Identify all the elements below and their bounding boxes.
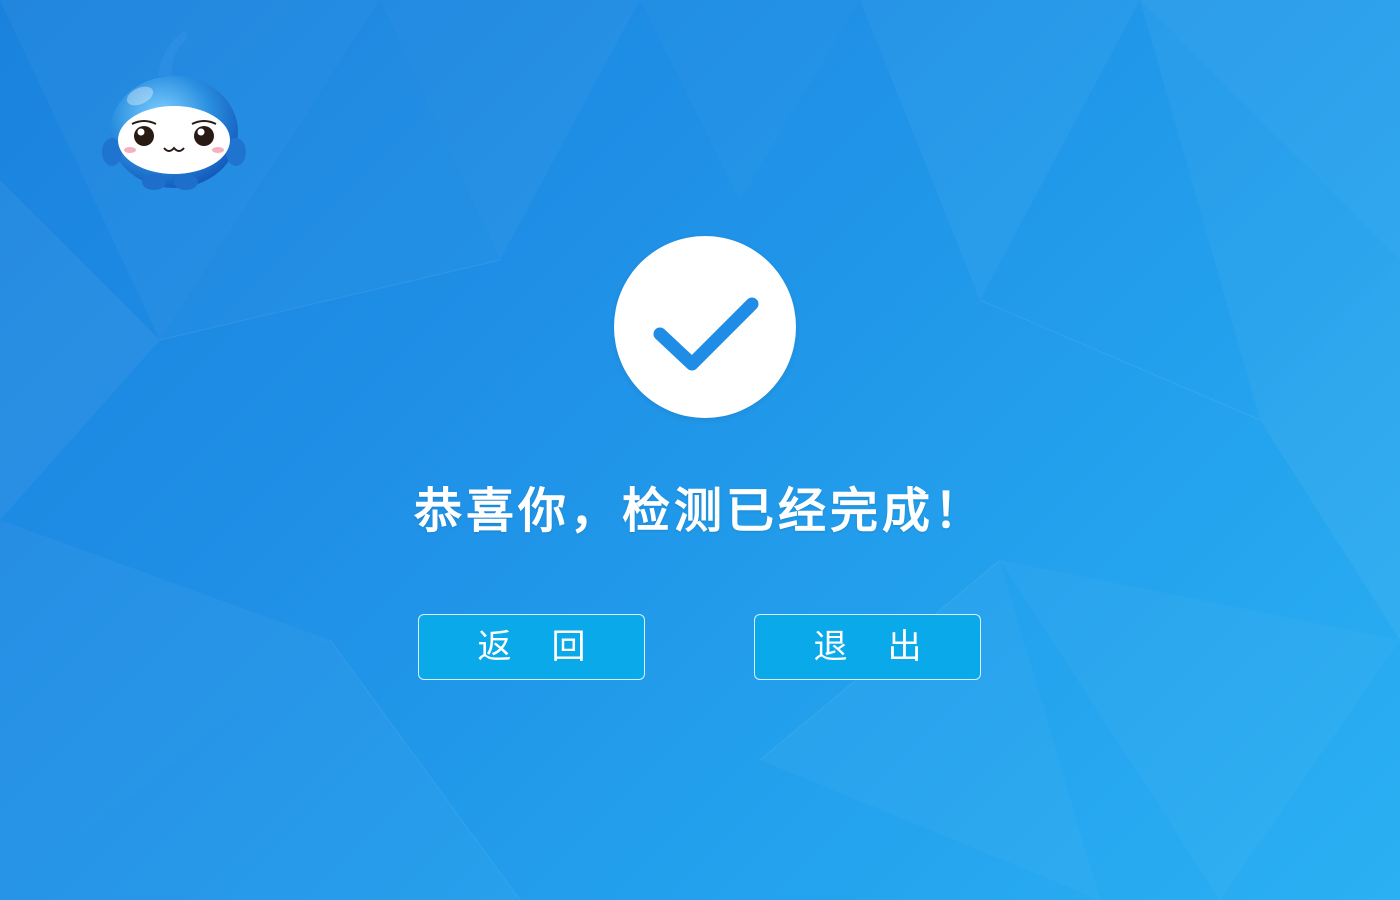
exit-button[interactable]: 退出 [754, 614, 981, 680]
success-indicator [614, 236, 796, 418]
water-drop-mascot-icon [102, 31, 246, 190]
completion-message: 恭喜你，检测已经完成！ [413, 483, 986, 539]
back-button[interactable]: 返回 [418, 614, 645, 680]
mascot-logo [100, 24, 248, 194]
checkmark-icon [653, 297, 759, 371]
